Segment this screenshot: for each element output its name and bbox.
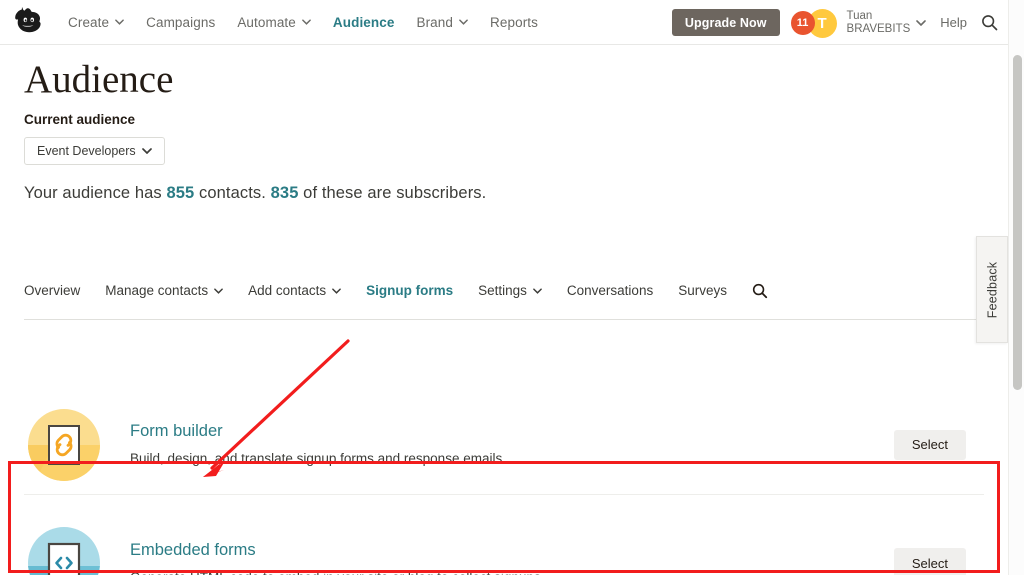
chevron-down-icon <box>332 287 341 294</box>
tab-add-contacts[interactable]: Add contacts <box>248 283 341 308</box>
user-organization: BRAVEBITS <box>846 22 911 35</box>
notification-count-badge[interactable]: 11 <box>790 10 815 35</box>
audience-selector-dropdown[interactable]: Event Developers <box>24 137 165 165</box>
tab-label: Signup forms <box>366 283 454 298</box>
main-content: Audience Current audience Event Develope… <box>0 45 1008 575</box>
nav-item-campaigns[interactable]: Campaigns <box>135 15 226 30</box>
upgrade-now-button[interactable]: Upgrade Now <box>671 9 780 36</box>
select-button-embedded-forms[interactable]: Select <box>893 548 966 575</box>
nav-item-reports[interactable]: Reports <box>479 15 549 30</box>
tab-search-icon[interactable] <box>752 283 768 309</box>
mailchimp-audience-page: Create Campaigns Automate Audience Brand <box>0 0 1024 575</box>
chevron-down-icon <box>459 19 468 25</box>
link-chain-icon <box>27 408 101 482</box>
search-icon[interactable] <box>981 14 998 31</box>
row-text-block: Embedded forms Generate HTML code to emb… <box>130 540 894 575</box>
tab-label: Settings <box>478 283 527 298</box>
nav-item-create[interactable]: Create <box>57 15 135 30</box>
user-first-name: Tuan <box>846 9 873 22</box>
stats-middle-text: contacts. <box>194 184 271 202</box>
audience-tab-bar: Overview Manage contacts Add contacts Si… <box>24 283 984 320</box>
tab-signup-forms[interactable]: Signup forms <box>366 283 453 308</box>
user-account-menu[interactable]: Tuan BRAVEBITS <box>847 10 927 36</box>
tab-label: Surveys <box>678 283 727 298</box>
primary-nav-items: Create Campaigns Automate Audience Brand <box>57 15 549 30</box>
tab-label: Conversations <box>566 283 654 298</box>
nav-item-audience[interactable]: Audience <box>322 15 406 30</box>
audience-stats-summary: Your audience has 855 contacts. 835 of t… <box>24 184 486 203</box>
signup-form-option-row[interactable]: Form builder Build, design, and translat… <box>24 395 984 495</box>
nav-item-brand[interactable]: Brand <box>405 15 479 30</box>
nav-item-label: Create <box>68 14 110 30</box>
top-navigation-bar: Create Campaigns Automate Audience Brand <box>0 0 1008 45</box>
chevron-down-icon <box>214 287 223 294</box>
mailchimp-logo-icon[interactable] <box>8 3 48 41</box>
chevron-down-icon <box>115 19 124 25</box>
form-builder-description: Build, design, and translate signup form… <box>130 451 503 466</box>
nav-item-label: Audience <box>332 14 395 30</box>
tab-overview[interactable]: Overview <box>24 283 80 308</box>
subscribers-count: 835 <box>270 184 299 202</box>
page-title: Audience <box>24 58 174 101</box>
nav-item-label: Reports <box>490 14 538 30</box>
page-scrollbar-track[interactable] <box>1008 0 1024 575</box>
tab-label: Add contacts <box>248 283 327 298</box>
embedded-forms-description: Generate HTML code to embed in your site… <box>130 569 894 575</box>
nav-item-label: Campaigns <box>146 14 216 30</box>
contacts-count: 855 <box>166 184 195 202</box>
nav-item-automate[interactable]: Automate <box>226 15 322 30</box>
form-builder-title-link[interactable]: Form builder <box>130 421 894 442</box>
stats-suffix-text: of these are subscribers. <box>298 184 487 202</box>
current-audience-label: Current audience <box>24 112 136 127</box>
help-link[interactable]: Help <box>940 15 967 30</box>
row-text-block: Form builder Build, design, and translat… <box>130 421 894 468</box>
tab-conversations[interactable]: Conversations <box>567 283 653 308</box>
audience-selector-value: Event Developers <box>37 144 136 158</box>
chevron-down-icon <box>302 19 311 25</box>
embedded-forms-title-link[interactable]: Embedded forms <box>130 540 894 561</box>
tab-settings[interactable]: Settings <box>478 283 542 308</box>
nav-item-label: Automate <box>237 14 296 30</box>
select-button-form-builder[interactable]: Select <box>893 429 966 460</box>
nav-right-cluster: Upgrade Now 11 T Tuan BRAVEBITS Help <box>671 0 1008 45</box>
tab-surveys[interactable]: Surveys <box>678 283 727 308</box>
chevron-down-icon <box>141 148 152 154</box>
stats-prefix-text: Your audience has <box>24 184 167 202</box>
account-avatar-group: 11 T <box>790 8 838 38</box>
signup-form-option-row[interactable]: Embedded forms Generate HTML code to emb… <box>24 513 984 575</box>
tab-label: Manage contacts <box>105 283 209 298</box>
chevron-down-icon <box>916 19 927 26</box>
user-name-block: Tuan BRAVEBITS <box>847 10 911 36</box>
chevron-down-icon <box>533 287 542 294</box>
tab-label: Overview <box>24 283 81 298</box>
feedback-tab-label: Feedback <box>985 261 999 318</box>
nav-item-label: Brand <box>416 14 454 30</box>
page-scrollbar-thumb[interactable] <box>1013 55 1022 390</box>
feedback-tab[interactable]: Feedback <box>976 236 1008 343</box>
code-brackets-icon <box>27 526 101 575</box>
tab-manage-contacts[interactable]: Manage contacts <box>105 283 223 308</box>
